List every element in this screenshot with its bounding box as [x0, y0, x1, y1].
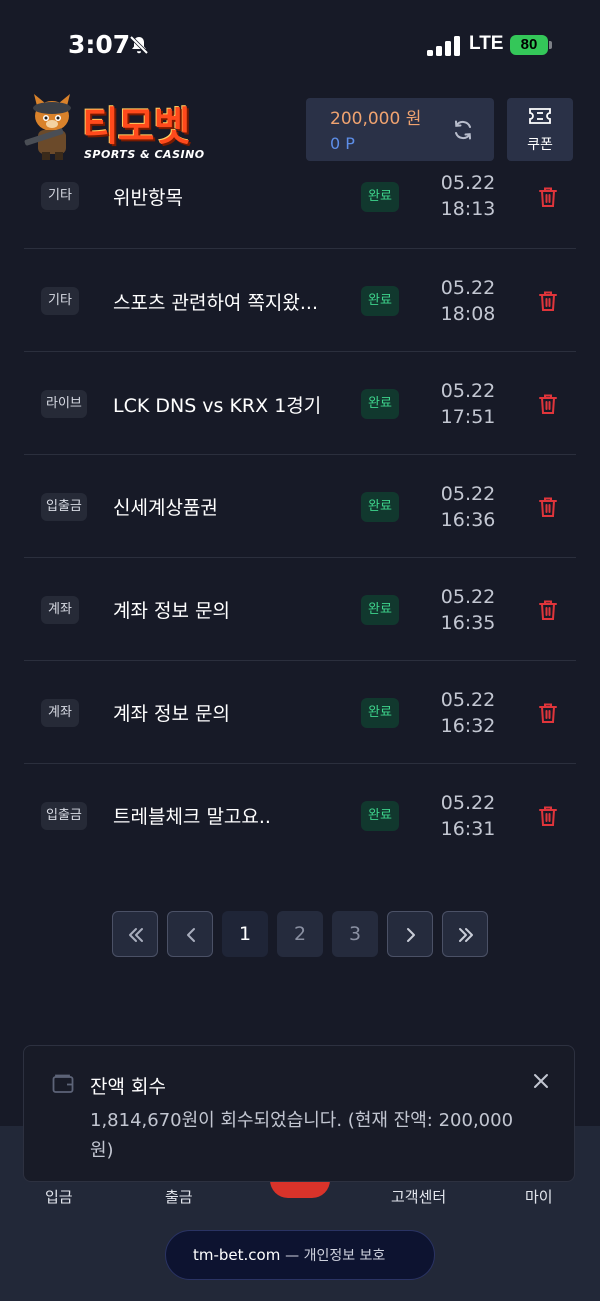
- category-badge: 라이브: [41, 390, 87, 418]
- list-item[interactable]: 계좌 계좌 정보 문의 완료 05.22 16:32: [24, 661, 576, 764]
- nav-center-button[interactable]: [270, 1180, 330, 1198]
- url-domain: tm-bet.com: [193, 1246, 281, 1264]
- nav-support[interactable]: 고객센터: [391, 1186, 446, 1207]
- inquiry-title[interactable]: 신세계상품권: [113, 493, 218, 520]
- inquiry-datetime: 05.22 18:08: [428, 275, 508, 327]
- inquiry-title[interactable]: 계좌 정보 문의: [113, 596, 230, 623]
- list-item[interactable]: 라이브 LCK DNS vs KRX 1경기 완료 05.22 17:51: [24, 352, 576, 455]
- chevron-left-icon: [187, 928, 195, 942]
- inquiry-datetime: 05.22 17:51: [428, 378, 508, 430]
- inquiry-datetime: 05.22 18:13: [428, 170, 508, 222]
- inquiry-title[interactable]: 트레블체크 말고요..: [113, 802, 271, 829]
- network-type: LTE: [469, 33, 504, 54]
- page-button-1[interactable]: 1: [222, 911, 268, 957]
- next-page-button[interactable]: [387, 911, 433, 957]
- chevron-right-icon: [407, 928, 415, 942]
- status-badge: 완료: [361, 286, 399, 316]
- close-icon[interactable]: [532, 1072, 550, 1090]
- inquiry-list: 기타 위반항목 완료 05.22 18:13 기타 스포츠 관련하여 쪽지왔..…: [24, 145, 576, 866]
- category-badge: 계좌: [41, 596, 79, 624]
- status-badge: 완료: [361, 595, 399, 625]
- trash-icon[interactable]: [538, 702, 558, 724]
- inquiry-title[interactable]: LCK DNS vs KRX 1경기: [113, 391, 321, 418]
- ticket-icon: [529, 108, 551, 124]
- privacy-label: — 개인정보 보호: [285, 1248, 386, 1264]
- inquiry-datetime: 05.22 16:31: [428, 790, 508, 842]
- status-badge: 완료: [361, 801, 399, 831]
- list-item[interactable]: 기타 스포츠 관련하여 쪽지왔... 완료 05.22 18:08: [24, 249, 576, 352]
- nav-deposit[interactable]: 입금: [45, 1186, 73, 1207]
- list-item[interactable]: 기타 위반항목 완료 05.22 18:13: [24, 145, 576, 249]
- inquiry-time: 16:32: [440, 715, 496, 737]
- inquiry-time: 17:51: [440, 406, 496, 428]
- inquiry-time: 16:36: [440, 509, 496, 531]
- inquiry-datetime: 05.22 16:36: [428, 481, 508, 533]
- url-pill[interactable]: tm-bet.com — 개인정보 보호: [165, 1230, 435, 1280]
- inquiry-title[interactable]: 계좌 정보 문의: [113, 699, 230, 726]
- trash-icon[interactable]: [538, 599, 558, 621]
- inquiry-datetime: 05.22 16:32: [428, 687, 508, 739]
- status-badge: 완료: [361, 698, 399, 728]
- trash-icon[interactable]: [538, 393, 558, 415]
- category-badge: 입출금: [41, 493, 87, 521]
- refresh-icon[interactable]: [452, 119, 474, 141]
- inquiry-date: 05.22: [440, 172, 496, 194]
- url-label: tm-bet.com — 개인정보 보호: [193, 1245, 385, 1265]
- trash-icon[interactable]: [538, 805, 558, 827]
- toast-title: 잔액 회수: [90, 1076, 166, 1098]
- battery-icon: 80: [510, 35, 548, 55]
- page-button-2[interactable]: 2: [277, 911, 323, 957]
- category-badge: 기타: [41, 287, 79, 315]
- status-badge: 완료: [361, 182, 399, 212]
- nav-withdraw[interactable]: 출금: [165, 1186, 193, 1207]
- balance-amount: 200,000 원: [330, 109, 422, 129]
- list-item[interactable]: 입출금 트레블체크 말고요.. 완료 05.22 16:31: [24, 764, 576, 866]
- inquiry-date: 05.22: [440, 586, 496, 608]
- logo-title: 티모벳: [82, 104, 190, 150]
- inquiry-date: 05.22: [440, 689, 496, 711]
- toast-notification: 잔액 회수 1,814,670원이 회수되었습니다. (현재 잔액: 200,0…: [23, 1045, 575, 1182]
- category-badge: 입출금: [41, 802, 87, 830]
- inquiry-title[interactable]: 위반항목: [113, 183, 183, 210]
- status-badge: 완료: [361, 492, 399, 522]
- toast-message: 1,814,670원이 회수되었습니다. (현재 잔액: 200,000원): [90, 1110, 514, 1161]
- double-chevron-left-icon: [129, 928, 143, 942]
- category-badge: 기타: [41, 182, 79, 210]
- page-button-3[interactable]: 3: [332, 911, 378, 957]
- list-item[interactable]: 계좌 계좌 정보 문의 완료 05.22 16:35: [24, 558, 576, 661]
- status-time: 3:07: [68, 30, 131, 59]
- list-item[interactable]: 입출금 신세계상품권 완료 05.22 16:36: [24, 455, 576, 558]
- trash-icon[interactable]: [538, 496, 558, 518]
- bell-muted-icon: [129, 35, 149, 55]
- category-badge: 계좌: [41, 699, 79, 727]
- trash-icon[interactable]: [538, 290, 558, 312]
- first-page-button[interactable]: [112, 911, 158, 957]
- signal-icon: [427, 36, 460, 56]
- inquiry-date: 05.22: [440, 277, 496, 299]
- inquiry-date: 05.22: [440, 483, 496, 505]
- prev-page-button[interactable]: [167, 911, 213, 957]
- inquiry-time: 16:35: [440, 612, 496, 634]
- inquiry-date: 05.22: [440, 792, 496, 814]
- inquiry-date: 05.22: [440, 380, 496, 402]
- inquiry-datetime: 05.22 16:35: [428, 584, 508, 636]
- trash-icon[interactable]: [538, 186, 558, 208]
- wallet-icon: [52, 1074, 74, 1093]
- status-bar: 3:07 LTE 80: [0, 0, 600, 90]
- inquiry-title[interactable]: 스포츠 관련하여 쪽지왔...: [113, 288, 318, 315]
- inquiry-time: 18:08: [440, 303, 496, 325]
- battery-tip: [549, 41, 552, 49]
- nav-my[interactable]: 마이: [525, 1186, 553, 1207]
- status-badge: 완료: [361, 389, 399, 419]
- inquiry-time: 18:13: [440, 198, 496, 220]
- double-chevron-right-icon: [459, 928, 473, 942]
- last-page-button[interactable]: [442, 911, 488, 957]
- inquiry-time: 16:31: [440, 818, 496, 840]
